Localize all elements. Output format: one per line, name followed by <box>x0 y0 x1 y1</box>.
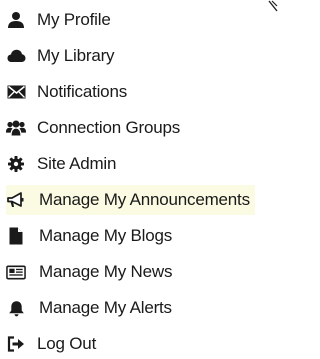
user-icon <box>6 10 26 30</box>
logout-icon <box>6 334 26 354</box>
menu-item-label: Manage My Alerts <box>39 298 172 317</box>
menu-item-label: Manage My Blogs <box>39 226 173 245</box>
menu-item-label: My Profile <box>37 10 111 29</box>
user-dropdown-menu: My Profile My Library Notifications Conn… <box>0 0 279 356</box>
menu-item-label: Manage My News <box>39 262 173 281</box>
menu-item-manage-my-news[interactable]: Manage My News <box>6 257 172 287</box>
menu-item-connection-groups[interactable]: Connection Groups <box>6 113 180 143</box>
dropdown-caret-icon <box>268 0 278 12</box>
menu-item-label: Notifications <box>37 82 127 101</box>
users-icon <box>6 118 26 138</box>
envelope-icon <box>6 82 26 102</box>
gear-icon <box>6 154 26 174</box>
newspaper-icon <box>6 262 26 282</box>
menu-item-notifications[interactable]: Notifications <box>6 77 127 107</box>
menu-item-label: Manage My Announcements <box>39 190 250 209</box>
menu-item-label: Log Out <box>37 334 97 353</box>
menu-item-log-out[interactable]: Log Out <box>6 329 96 359</box>
menu-item-manage-my-announcements[interactable]: Manage My Announcements <box>6 185 255 215</box>
cloud-icon <box>6 46 26 66</box>
menu-item-site-admin[interactable]: Site Admin <box>6 149 116 179</box>
document-icon <box>6 226 26 246</box>
menu-item-my-profile[interactable]: My Profile <box>6 5 111 35</box>
menu-item-label: Site Admin <box>37 154 117 173</box>
bell-icon <box>6 298 26 318</box>
megaphone-icon <box>6 190 26 210</box>
menu-item-label: My Library <box>37 46 115 65</box>
menu-item-manage-my-blogs[interactable]: Manage My Blogs <box>6 221 172 251</box>
menu-item-my-library[interactable]: My Library <box>6 41 115 71</box>
menu-item-manage-my-alerts[interactable]: Manage My Alerts <box>6 293 172 323</box>
menu-item-label: Connection Groups <box>37 118 181 137</box>
